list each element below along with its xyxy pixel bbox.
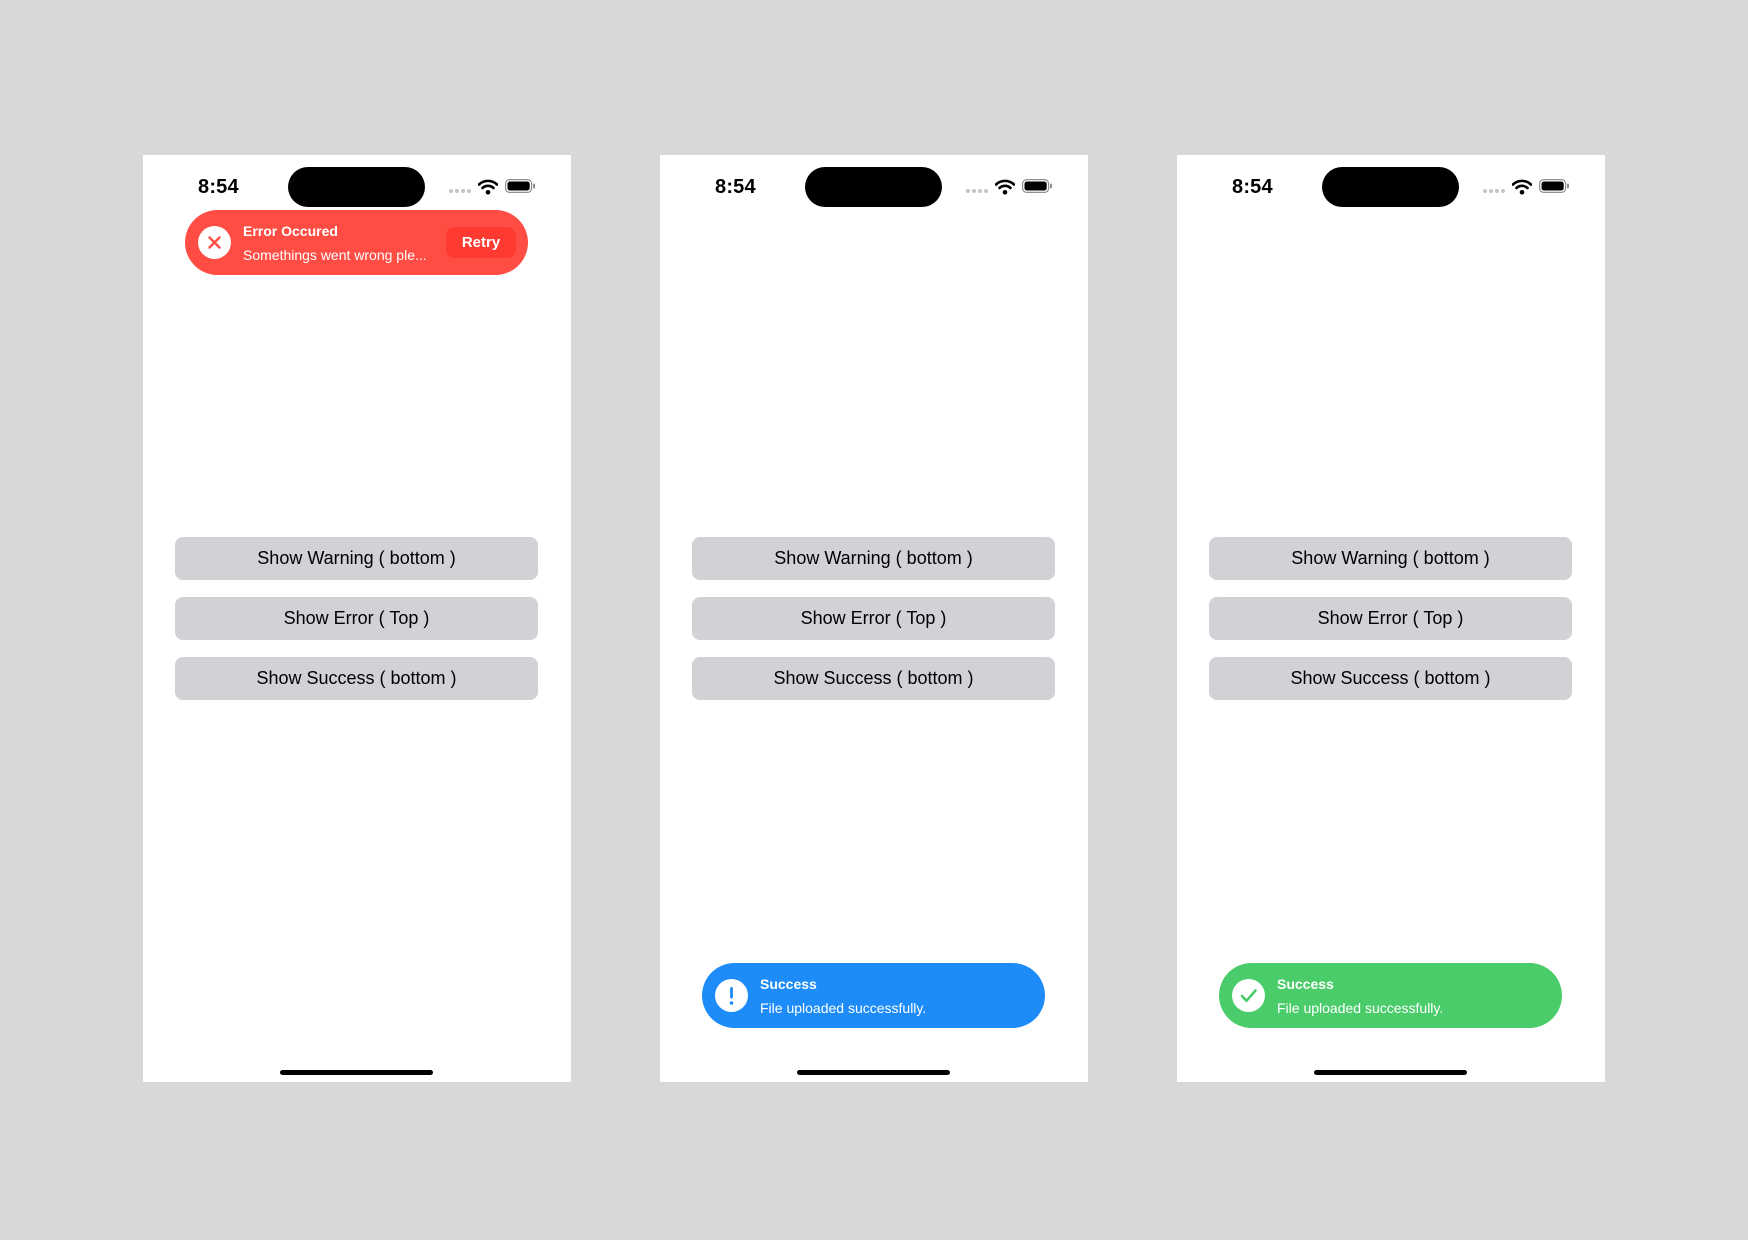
close-icon <box>198 226 231 259</box>
cellular-dots-icon <box>1483 189 1505 193</box>
toast-title: Error Occured <box>243 223 338 239</box>
battery-icon <box>1022 179 1052 193</box>
phone-screen-error: 8:54 Error Occured Somethings went wrong… <box>143 155 571 1082</box>
dynamic-island <box>1322 167 1459 207</box>
show-error-button[interactable]: Show Error ( Top ) <box>692 597 1055 640</box>
error-toast: Error Occured Somethings went wrong ple.… <box>185 210 528 275</box>
status-time: 8:54 <box>198 176 239 198</box>
toast-title: Success <box>1277 976 1334 992</box>
battery-icon <box>1539 179 1569 193</box>
warning-toast: Success File uploaded successfully. <box>702 963 1045 1028</box>
toast-title: Success <box>760 976 817 992</box>
show-success-button[interactable]: Show Success ( bottom ) <box>692 657 1055 700</box>
success-toast: Success File uploaded successfully. <box>1219 963 1562 1028</box>
home-indicator[interactable] <box>280 1070 433 1075</box>
wifi-icon <box>1512 179 1532 195</box>
home-indicator[interactable] <box>797 1070 950 1075</box>
show-warning-button[interactable]: Show Warning ( bottom ) <box>175 537 538 580</box>
phone-screen-warning: 8:54 Show Warning ( bottom ) Show Error … <box>660 155 1088 1082</box>
show-warning-button[interactable]: Show Warning ( bottom ) <box>692 537 1055 580</box>
wifi-icon <box>478 179 498 195</box>
cellular-dots-icon <box>966 189 988 193</box>
cellular-dots-icon <box>449 189 471 193</box>
wifi-icon <box>995 179 1015 195</box>
show-warning-button[interactable]: Show Warning ( bottom ) <box>1209 537 1572 580</box>
dynamic-island <box>805 167 942 207</box>
show-success-button[interactable]: Show Success ( bottom ) <box>1209 657 1572 700</box>
toast-message: File uploaded successfully. <box>1277 1000 1444 1016</box>
toast-message: Somethings went wrong ple... <box>243 247 427 263</box>
show-error-button[interactable]: Show Error ( Top ) <box>175 597 538 640</box>
home-indicator[interactable] <box>1314 1070 1467 1075</box>
dynamic-island <box>288 167 425 207</box>
status-time: 8:54 <box>1232 176 1273 198</box>
checkmark-icon <box>1232 979 1265 1012</box>
show-error-button[interactable]: Show Error ( Top ) <box>1209 597 1572 640</box>
phone-screen-success: 8:54 Show Warning ( bottom ) Show Error … <box>1177 155 1605 1082</box>
retry-button[interactable]: Retry <box>446 227 516 258</box>
battery-icon <box>505 179 535 193</box>
toast-message: File uploaded successfully. <box>760 1000 927 1016</box>
exclamation-icon <box>715 979 748 1012</box>
status-time: 8:54 <box>715 176 756 198</box>
show-success-button[interactable]: Show Success ( bottom ) <box>175 657 538 700</box>
